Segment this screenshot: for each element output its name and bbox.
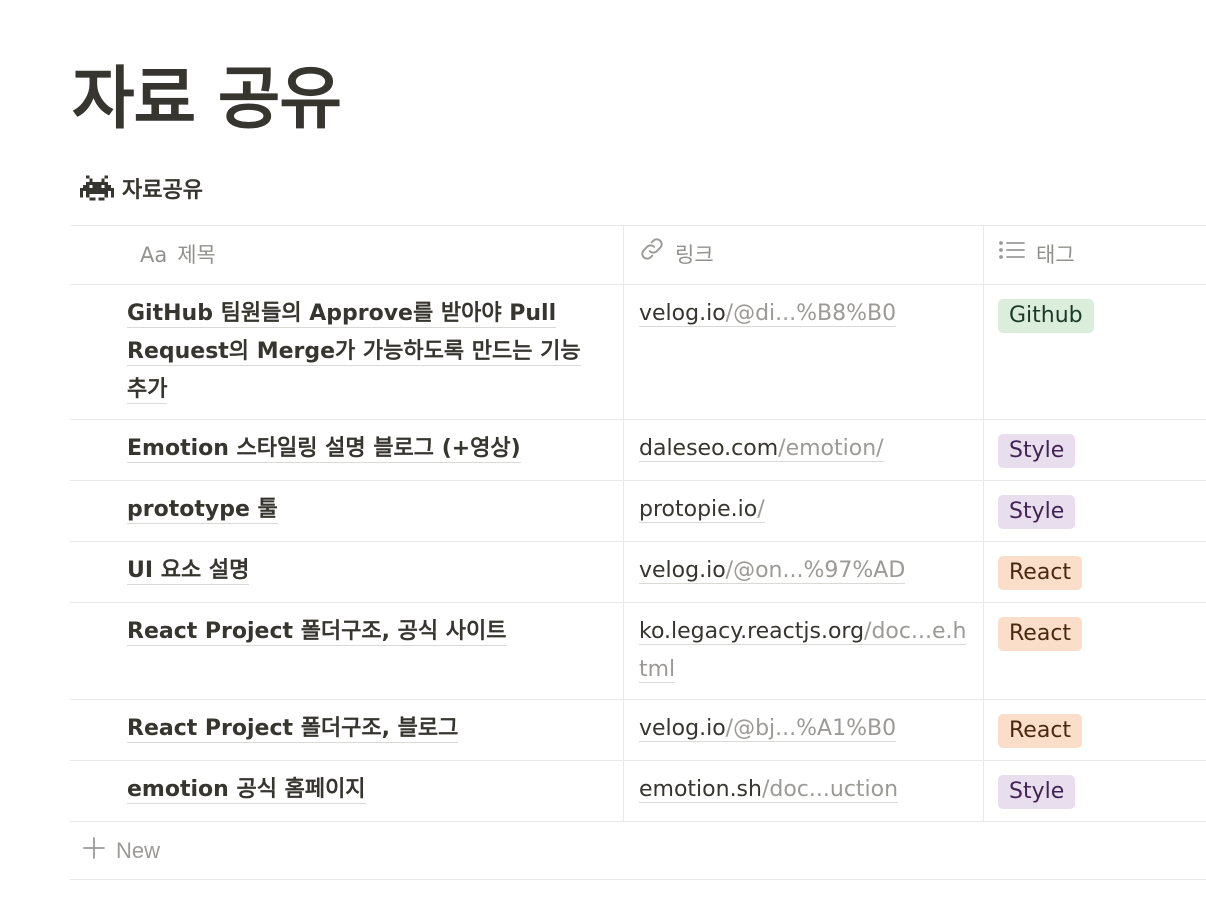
column-header-title[interactable]: Aa 제목 [70,226,624,284]
column-header-tags[interactable]: 태그 [984,226,1206,284]
link-host: daleseo.com [639,436,779,461]
database-table: Aa 제목 링크 태그 GitHub 팀원들의 Approve를 받아야 Pul… [70,225,1206,880]
cell-link[interactable]: velog.io/@bj...%A1%B0 [624,700,984,760]
row-title[interactable]: GitHub 팀원들의 Approve를 받아야 Pull Request의 M… [127,301,581,404]
table-row[interactable]: UI 요소 설명 velog.io/@on...%97%AD React [70,542,1206,603]
cell-tags[interactable]: Style [984,761,1206,821]
list-icon [998,236,1026,274]
tag-badge: Style [998,775,1076,809]
link-path: /@di...%B8%B0 [725,301,897,326]
link-path: /doc...uction [761,777,899,802]
database-title[interactable]: 자료공유 [80,172,203,204]
tag-badge: React [998,617,1083,651]
row-link[interactable]: daleseo.com/emotion/ [639,436,884,462]
row-link[interactable]: emotion.sh/doc...uction [639,777,899,803]
tag-badge: Style [998,495,1076,529]
link-host: velog.io [639,301,726,326]
cell-title[interactable]: GitHub 팀원들의 Approve를 받아야 Pull Request의 M… [70,285,624,419]
link-path: /emotion/ [778,436,884,461]
space-invader-icon [80,175,114,201]
cell-tags[interactable]: Github [984,285,1206,419]
table-header: Aa 제목 링크 태그 [70,225,1206,285]
tag-badge: React [998,556,1083,590]
row-title[interactable]: emotion 공식 홈페이지 [127,777,366,804]
link-host: velog.io [639,716,726,741]
row-title[interactable]: React Project 폴더구조, 공식 사이트 [127,619,507,646]
cell-title[interactable]: emotion 공식 홈페이지 [70,761,624,821]
cell-link[interactable]: velog.io/@di...%B8%B0 [624,285,984,419]
cell-link[interactable]: daleseo.com/emotion/ [624,420,984,480]
link-path: /@on...%97%AD [725,558,906,583]
cell-title[interactable]: Emotion 스타일링 설명 블로그 (+영상) [70,420,624,480]
page: 자료 공유 자료공유 Aa 제목 링크 태그 GitHub 팀원들의 Appro… [0,0,1206,924]
row-title[interactable]: prototype 툴 [127,497,278,524]
add-new-row-button[interactable]: New [70,822,1206,880]
link-icon [639,236,665,274]
cell-tags[interactable]: Style [984,420,1206,480]
cell-link[interactable]: velog.io/@on...%97%AD [624,542,984,602]
column-header-label: 제목 [177,243,216,267]
cell-title[interactable]: React Project 폴더구조, 블로그 [70,700,624,760]
cell-tags[interactable]: React [984,542,1206,602]
table-row[interactable]: Emotion 스타일링 설명 블로그 (+영상) daleseo.com/emo… [70,420,1206,481]
column-header-link[interactable]: 링크 [624,226,984,284]
cell-tags[interactable]: Style [984,481,1206,541]
row-title[interactable]: React Project 폴더구조, 블로그 [127,716,459,743]
link-path: / [757,497,765,522]
link-path: /@bj...%A1%B0 [725,716,897,741]
cell-tags[interactable]: React [984,700,1206,760]
row-link[interactable]: velog.io/@on...%97%AD [639,558,906,584]
cell-link[interactable]: protopie.io/ [624,481,984,541]
cell-title[interactable]: React Project 폴더구조, 공식 사이트 [70,603,624,699]
cell-title[interactable]: prototype 툴 [70,481,624,541]
cell-tags[interactable]: React [984,603,1206,699]
row-link[interactable]: velog.io/@bj...%A1%B0 [639,716,897,742]
cell-link[interactable]: ko.legacy.reactjs.org/doc...e.html [624,603,984,699]
page-title[interactable]: 자료 공유 [72,58,342,142]
table-row[interactable]: React Project 폴더구조, 공식 사이트 ko.legacy.reac… [70,603,1206,700]
row-title[interactable]: UI 요소 설명 [127,558,250,585]
link-host: velog.io [639,558,726,583]
text-aa-icon: Aa [140,243,168,267]
table-row[interactable]: GitHub 팀원들의 Approve를 받아야 Pull Request의 M… [70,285,1206,420]
row-title[interactable]: Emotion 스타일링 설명 블로그 (+영상) [127,436,521,463]
link-host: protopie.io [639,497,758,522]
row-link[interactable]: protopie.io/ [639,497,765,523]
column-header-label: 링크 [675,243,714,267]
tag-badge: Style [998,434,1076,468]
cell-link[interactable]: emotion.sh/doc...uction [624,761,984,821]
row-link[interactable]: ko.legacy.reactjs.org/doc...e.html [639,619,967,683]
table-body: GitHub 팀원들의 Approve를 받아야 Pull Request의 M… [70,285,1206,822]
add-new-row-label: New [116,837,161,863]
database-title-text: 자료공유 [122,178,203,203]
link-host: emotion.sh [639,777,762,802]
plus-icon [82,836,106,866]
table-row[interactable]: prototype 툴 protopie.io/Style [70,481,1206,542]
link-host: ko.legacy.reactjs.org [639,619,865,644]
tag-badge: React [998,714,1083,748]
table-row[interactable]: React Project 폴더구조, 블로그 velog.io/@bj...%A… [70,700,1206,761]
tag-badge: Github [998,299,1094,333]
table-row[interactable]: emotion 공식 홈페이지 emotion.sh/doc...uction St… [70,761,1206,822]
column-header-label: 태그 [1036,243,1075,267]
row-link[interactable]: velog.io/@di...%B8%B0 [639,301,897,327]
cell-title[interactable]: UI 요소 설명 [70,542,624,602]
